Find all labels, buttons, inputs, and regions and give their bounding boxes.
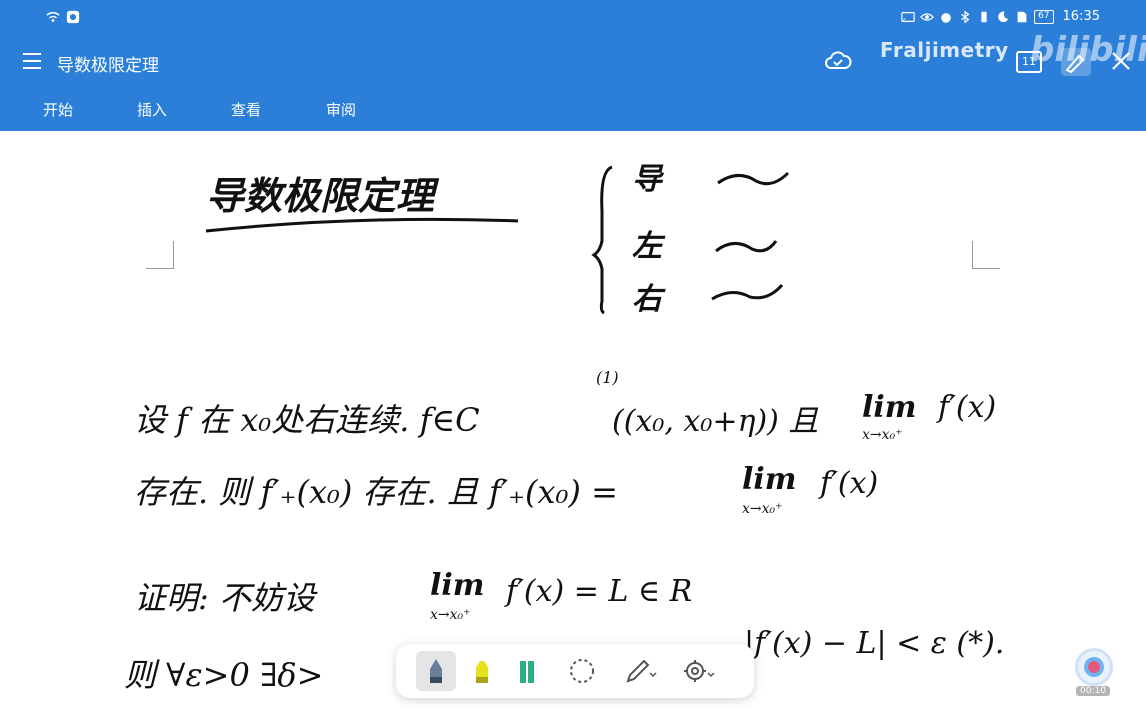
pen-toolbar (396, 644, 754, 698)
line3-rest: f′(x) = L ∈ R (504, 574, 692, 609)
line2-lim-sub: x→x₀⁺ (742, 501, 783, 517)
menu-icon[interactable] (20, 49, 44, 73)
line2-text: 存在. 则 f′₊(x₀) 存在. 且 f′₊(x₀) = (134, 473, 618, 511)
left-brace (591, 165, 613, 315)
battery-indicator: 67 (1034, 9, 1054, 24)
ballpoint-pen-tool[interactable] (416, 651, 456, 691)
tab-start[interactable]: 开始 (43, 99, 73, 120)
line1-text: 设 f 在 x₀处右连续. f∈C (134, 401, 480, 439)
lasso-icon (570, 659, 594, 683)
floating-timer: 00:10 (1076, 686, 1110, 696)
marker-tool[interactable] (507, 651, 547, 691)
vibrate-icon (981, 11, 987, 22)
status-bar: 67 16:35 (0, 0, 1146, 36)
brace-item-derivative: 导 (632, 162, 665, 197)
close-icon[interactable] (1110, 50, 1132, 72)
handwritten-notes: 导数极限定理 导 左 右 设 f 在 x₀处右连续. f∈C (1) ((x₀,… (124, 162, 1004, 694)
sim-icon (1017, 11, 1027, 22)
pencil-icon (626, 659, 657, 683)
bluetooth-icon (961, 10, 970, 23)
line1-fx: f′(x) (936, 390, 996, 425)
wifi-icon (46, 12, 60, 22)
brace-item-right: 右 (632, 282, 666, 317)
title-bar: 导数极限定理 Fraljimetry 11 bilibili (0, 30, 1146, 86)
line3-lim-sub: x→x₀⁺ (430, 607, 471, 623)
heading-underline (205, 217, 519, 233)
pen-mode-button[interactable] (1061, 48, 1091, 76)
tab-review[interactable]: 审阅 (326, 99, 356, 120)
highlighter-icon (476, 661, 488, 683)
document-canvas[interactable]: 导数极限定理 导 左 右 设 f 在 x₀处右连续. f∈C (1) ((x₀,… (0, 131, 1146, 720)
cloud-sync-icon[interactable] (824, 48, 852, 74)
uploader-watermark: Fraljimetry (880, 38, 1009, 62)
tilde-mark-2 (715, 240, 778, 253)
gear-icon (684, 660, 715, 682)
status-time: 16:35 (1062, 9, 1100, 24)
tab-insert[interactable]: 插入 (137, 99, 167, 120)
app-window: 67 16:35 导数极限定理 Fraljimetry 11 bilibili … (0, 0, 1146, 720)
line1-interval: ((x₀, x₀+η)) 且 (612, 404, 818, 439)
eye-icon (920, 12, 935, 21)
line1-superscript: (1) (596, 368, 619, 387)
line4-rest: |f′(x) − L| < ε (*). (744, 626, 1004, 661)
alarm-icon (941, 12, 951, 23)
status-right: 67 16:35 (901, 9, 1100, 24)
tilde-mark-3 (711, 283, 784, 301)
line2-fx: f′(x) (818, 466, 878, 501)
app-notification-icon (66, 10, 80, 24)
assistant-icon (1084, 657, 1104, 677)
floating-assistant-ball[interactable] (1075, 648, 1113, 686)
highlighter-tool[interactable] (462, 651, 502, 691)
tab-view[interactable]: 查看 (231, 99, 261, 120)
brace-item-left: 左 (632, 229, 666, 264)
pen-mode-icon (1065, 54, 1085, 74)
cast-icon (901, 11, 915, 22)
line1-lim-sub: x→x₀⁺ (862, 427, 903, 443)
pen-style-tool[interactable] (618, 651, 658, 691)
line2-lim: lim (742, 462, 797, 497)
tilde-mark-1 (717, 171, 790, 186)
moon-icon (998, 11, 1009, 22)
status-left (46, 10, 80, 24)
ballpoint-pen-icon (430, 659, 442, 683)
marker-icon (520, 661, 534, 683)
line3-text: 证明: 不妨设 (134, 579, 318, 617)
line3-lim: lim (430, 568, 485, 603)
line1-lim: lim (862, 390, 917, 425)
settings-tool[interactable] (676, 651, 716, 691)
ribbon-tabs: 开始 插入 查看 审阅 (0, 86, 1146, 131)
document-title: 导数极限定理 (57, 56, 159, 76)
handwritten-heading: 导数极限定理 (206, 173, 440, 218)
lasso-tool[interactable] (562, 651, 602, 691)
line4-text: 则 ∀ε>0 ∃δ> (124, 656, 323, 694)
